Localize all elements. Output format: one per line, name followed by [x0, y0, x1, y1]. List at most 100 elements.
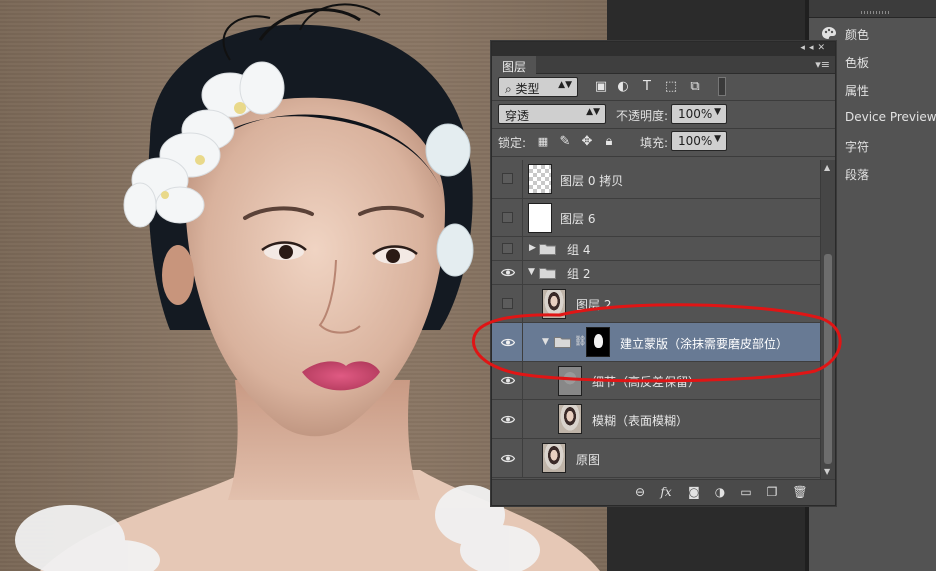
layer-row[interactable]: 细节（高反差保留）: [492, 362, 820, 400]
adjustment-icon[interactable]: ◑: [712, 485, 728, 499]
scroll-up-icon[interactable]: ▲: [824, 163, 830, 172]
blend-mode-select[interactable]: 穿透 ▲▼: [498, 104, 606, 124]
panel-tab-row: 图层 ▾≡: [492, 56, 835, 74]
visibility-toggle[interactable]: [492, 261, 523, 284]
dock-header[interactable]: [809, 0, 936, 18]
lock-all-icon[interactable]: 🔒︎: [602, 135, 616, 149]
side-panel-paragraph[interactable]: 段落: [845, 166, 869, 183]
visibility-toggle[interactable]: [492, 199, 523, 236]
mask-link-icon[interactable]: ⛓: [574, 336, 587, 347]
side-panel-device-preview[interactable]: Device Preview: [845, 110, 936, 124]
visibility-off-box: [502, 243, 513, 254]
blend-mode-value: 穿透: [505, 109, 530, 123]
visibility-toggle[interactable]: [492, 323, 523, 361]
side-panel-color[interactable]: 颜色: [845, 26, 869, 43]
layer-list-scrollbar[interactable]: ▲ ▼: [820, 160, 835, 479]
side-panel-properties[interactable]: 属性: [845, 82, 869, 99]
opacity-input[interactable]: 100% ▼: [671, 104, 727, 124]
side-panel-swatches[interactable]: 色板: [845, 54, 869, 71]
layer-row[interactable]: 图层 2: [492, 285, 820, 323]
folder-open-icon: [554, 337, 571, 348]
layer-row[interactable]: 图层 6: [492, 199, 820, 237]
divider: [492, 156, 835, 157]
folder-icon[interactable]: ▭: [738, 485, 754, 499]
visibility-toggle[interactable]: [492, 400, 523, 438]
visibility-toggle[interactable]: [492, 160, 523, 198]
eye-icon: [501, 454, 515, 463]
chevron-down-icon[interactable]: ▼: [714, 107, 721, 117]
layer-list: 图层 0 拷贝 图层 6 ▶ 组 4 ▼ 组 2 图层 2 ▼ ⛓ 建立蒙版（涂…: [492, 160, 820, 479]
layers-panel: ◂◂✕ 图层 ▾≡ ⌕ 类型 ▲▼ ▣ ◐ T ⬚ ⧉ 穿透 ▲▼ 不透明度: …: [491, 41, 836, 506]
filter-type-icon[interactable]: T: [640, 80, 654, 94]
visibility-off-box: [502, 173, 513, 184]
layer-row[interactable]: 图层 0 拷贝: [492, 160, 820, 199]
collapse-arrow-icon[interactable]: ▼: [542, 337, 549, 347]
folder-open-icon: [539, 268, 556, 279]
layers-bottom-toolbar: ⊖ fx ◙ ◑ ▭ ❐ 🗑︎: [492, 479, 835, 505]
visibility-toggle[interactable]: [492, 439, 523, 477]
divider: [492, 128, 835, 129]
trash-icon[interactable]: 🗑︎: [792, 485, 808, 499]
layer-thumbnail: [528, 164, 552, 194]
tab-layers[interactable]: 图层: [492, 56, 537, 74]
opacity-value: 100%: [678, 107, 713, 121]
palette-icon[interactable]: [821, 26, 837, 42]
visibility-off-box: [502, 298, 513, 309]
layer-mask-thumbnail[interactable]: [586, 327, 610, 357]
side-panel-character[interactable]: 字符: [845, 138, 869, 155]
layer-name: 模糊（表面模糊）: [592, 414, 689, 428]
fill-label: 填充:: [640, 136, 669, 150]
layer-row[interactable]: 模糊（表面模糊）: [492, 400, 820, 439]
layer-group-row[interactable]: ▶ 组 4: [492, 237, 820, 261]
layer-name: 组 4: [567, 243, 591, 257]
filter-adjustment-icon[interactable]: ◐: [616, 80, 630, 94]
scroll-down-icon[interactable]: ▼: [824, 467, 830, 476]
visibility-toggle[interactable]: [492, 285, 523, 322]
search-icon: ⌕: [505, 82, 516, 96]
layer-thumbnail: [542, 289, 566, 319]
panel-collapse-close-icon[interactable]: ◂◂✕: [800, 43, 829, 53]
lock-transparent-icon[interactable]: ▦: [536, 135, 550, 149]
panel-titlebar[interactable]: ◂◂✕: [492, 42, 835, 56]
link-icon[interactable]: ⊖: [632, 485, 648, 499]
mask-icon[interactable]: ◙: [686, 485, 702, 499]
fill-input[interactable]: 100% ▼: [671, 131, 727, 151]
lock-position-move-icon[interactable]: ✥: [580, 135, 594, 149]
visibility-toggle[interactable]: [492, 237, 523, 260]
eye-icon: [501, 268, 515, 277]
eye-icon: [501, 376, 515, 385]
layer-name: 组 2: [567, 267, 591, 281]
folder-icon: [539, 244, 556, 255]
fill-value: 100%: [678, 134, 713, 148]
layer-name: 图层 6: [560, 212, 596, 226]
layer-thumbnail: [528, 203, 552, 233]
layer-name: 图层 0 拷贝: [560, 174, 624, 188]
lock-label: 锁定:: [498, 136, 527, 150]
filter-smart-object-icon[interactable]: ⧉: [688, 80, 702, 94]
filter-kind-select[interactable]: ⌕ 类型 ▲▼: [498, 77, 578, 97]
layer-name: 图层 2: [576, 298, 612, 312]
chevron-down-icon: ▲▼: [558, 80, 572, 90]
filter-pixel-icon[interactable]: ▣: [594, 80, 608, 94]
chevron-down-icon[interactable]: ▼: [714, 134, 721, 144]
scrollbar-thumb[interactable]: [824, 254, 832, 464]
dock-grip[interactable]: [861, 11, 891, 14]
expand-arrow-icon[interactable]: ▶: [529, 243, 536, 253]
panel-menu-icon[interactable]: ▾≡: [815, 58, 830, 71]
divider: [492, 100, 835, 101]
layer-row[interactable]: 原图: [492, 439, 820, 478]
chevron-down-icon: ▲▼: [586, 107, 600, 117]
new-layer-icon[interactable]: ❐: [764, 485, 780, 499]
layer-name: 建立蒙版（涂抹需要磨皮部位）: [620, 337, 789, 351]
fx-icon[interactable]: fx: [658, 485, 674, 499]
collapse-arrow-icon[interactable]: ▼: [528, 267, 535, 277]
layer-thumbnail: [542, 443, 566, 473]
layer-name: 原图: [576, 453, 601, 467]
eye-icon: [501, 338, 515, 347]
layer-group-row-selected[interactable]: ▼ ⛓ 建立蒙版（涂抹需要磨皮部位）: [492, 323, 820, 362]
filter-shape-icon[interactable]: ⬚: [664, 80, 678, 94]
lock-image-brush-icon[interactable]: ✎: [558, 135, 572, 149]
layer-group-row[interactable]: ▼ 组 2: [492, 261, 820, 285]
filter-toggle[interactable]: [718, 77, 726, 96]
visibility-toggle[interactable]: [492, 362, 523, 399]
